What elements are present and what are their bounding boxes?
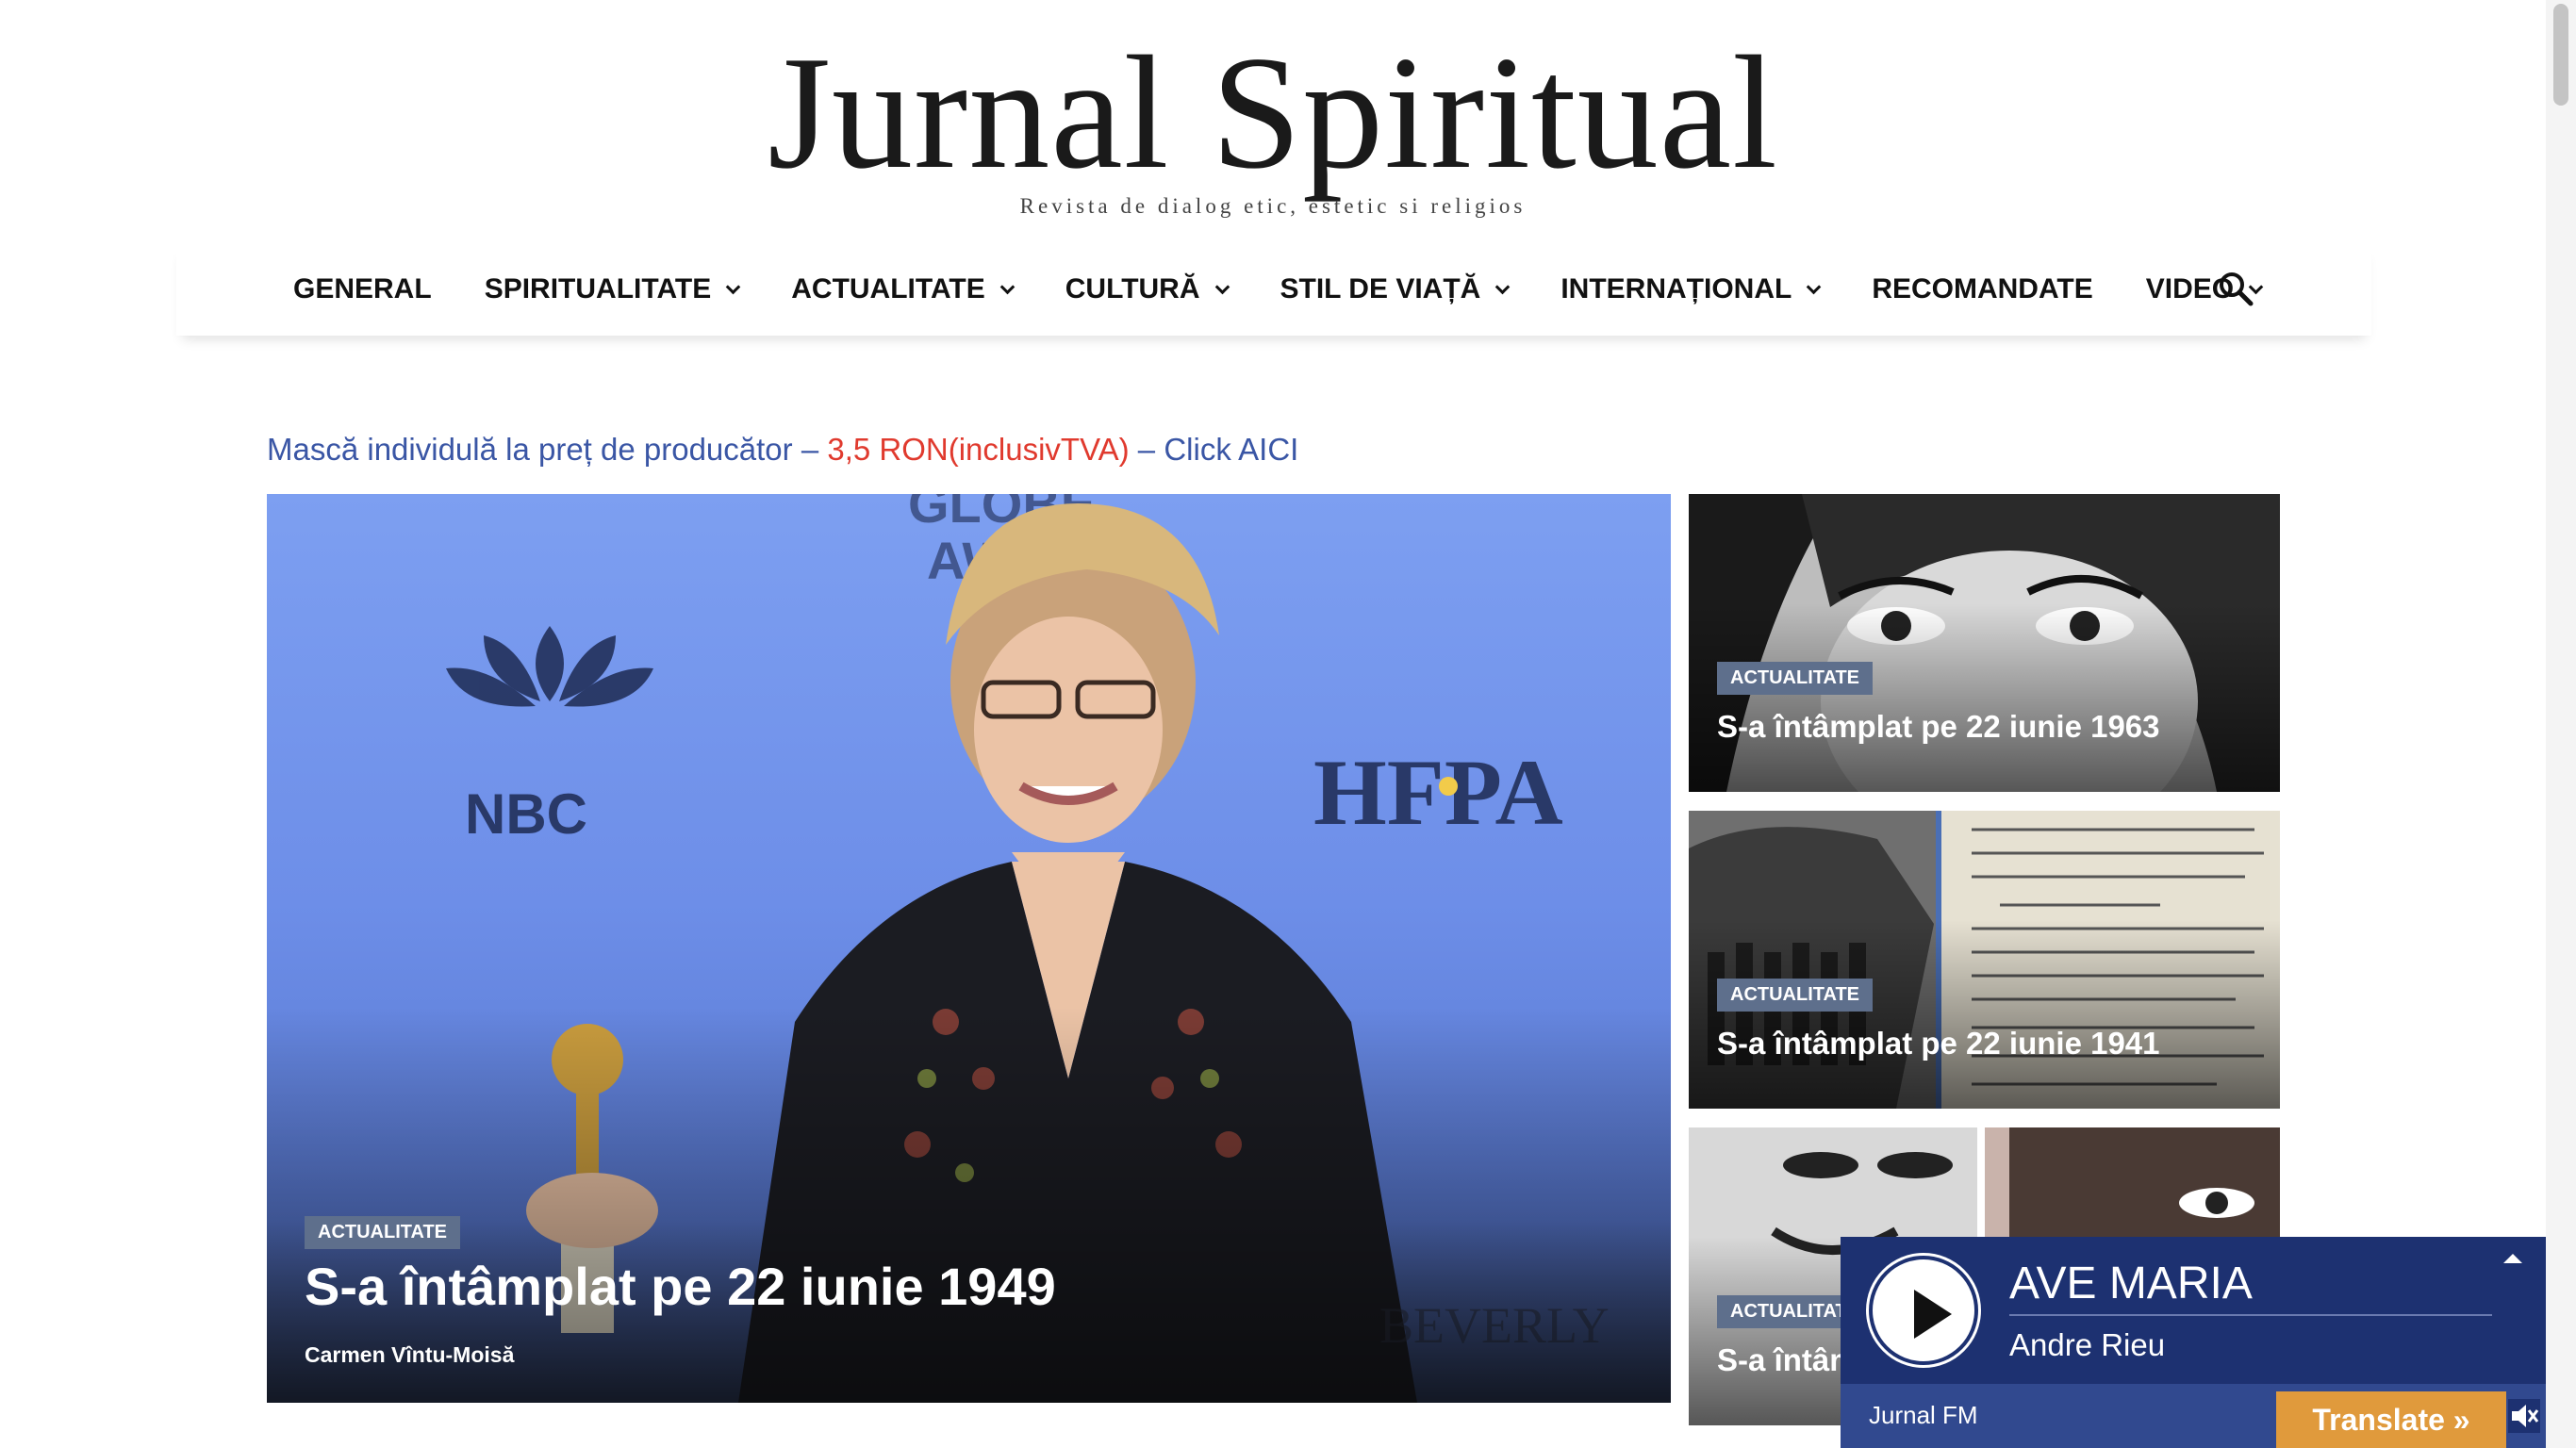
category-badge[interactable]: ACTUALITATE [305,1216,461,1249]
page-scrollbar[interactable] [2546,0,2576,1448]
side-post[interactable]: ACTUALITATE S-a întâmplat pe 22 iunie 19… [1689,811,2280,1109]
svg-text:NBC: NBC [465,782,587,846]
post-title[interactable]: S-a întâmplat pe 22 iunie 1963 [1717,709,2160,745]
svg-text:HFPA: HFPA [1313,740,1563,845]
chevron-down-icon [1214,279,1230,294]
nav-item-spiritualitate[interactable]: SPIRITUALITATE [484,273,741,305]
translate-button[interactable]: Translate » [2276,1391,2506,1448]
promo-text: Mască individulă la preț de producător – [267,432,828,467]
promo-link[interactable]: Mască individulă la preț de producător –… [267,432,1298,468]
nav-item-cultura[interactable]: CULTURĂ [1065,273,1230,305]
category-badge[interactable]: ACTUALITATE [1717,979,1874,1012]
site-logo[interactable]: Jurnal Spiritual Revista de dialog etic,… [0,28,2546,219]
post-title[interactable]: S-a întâmplat pe 22 iunie 1949 [305,1256,1056,1317]
nav-item-stil-de-viata[interactable]: STIL DE VIAȚĂ [1280,273,1511,305]
nav-item-general[interactable]: GENERAL [293,273,432,305]
chevron-down-icon [999,279,1016,294]
volume-mute-icon[interactable] [2508,1399,2540,1433]
song-title: AVE MARIA [2009,1259,2253,1308]
nav-item-recomandate[interactable]: RECOMANDATE [1872,273,2092,305]
post-author[interactable]: Carmen Vîntu-Moisă [305,1342,514,1368]
search-icon[interactable] [2217,270,2254,307]
nav-item-label: ACTUALITATE [791,273,985,304]
nav-item-label: CULTURĂ [1065,273,1200,304]
promo-cta: – Click AICI [1129,432,1299,467]
site-title[interactable]: Jurnal Spiritual [0,28,2546,198]
nav-item-international[interactable]: INTERNAȚIONAL [1560,273,1822,305]
song-artist: Andre Rieu [2009,1327,2166,1362]
nav-item-label: RECOMANDATE [1872,273,2093,304]
site-tagline: Revista de dialog etic, estetic si relig… [1019,194,1527,218]
nav-item-label: INTERNAȚIONAL [1560,273,1792,304]
chevron-down-icon [1495,279,1511,294]
play-icon[interactable] [1869,1256,1978,1365]
station-name: Jurnal FM [1869,1401,1978,1429]
featured-post[interactable]: NBC HFPA GLOBE AWARDS BEVERLY ACTUALITAT… [267,494,1671,1403]
nav-item-actualitate[interactable]: ACTUALITATE [791,273,1016,305]
divider [2009,1314,2492,1316]
post-title[interactable]: S-a întâmplat pe 22 iunie 1941 [1717,1026,2160,1061]
promo-price: 3,5 RON(inclusivTVA) [827,432,1130,467]
chevron-down-icon [725,279,741,294]
post-title[interactable]: S-a întâm [1717,1342,1858,1378]
category-badge[interactable]: ACTUALITATE [1717,662,1874,695]
nav-item-label: SPIRITUALITATE [484,273,712,304]
nav-item-label: GENERAL [293,273,432,304]
side-post[interactable]: ACTUALITATE S-a întâmplat pe 22 iunie 19… [1689,494,2280,792]
scrollbar-thumb[interactable] [2553,4,2568,106]
image-overlay [1689,603,2280,792]
nav-item-label: STIL DE VIAȚĂ [1280,273,1481,304]
main-navigation: GENERAL SPIRITUALITATE ACTUALITATE CULTU… [176,243,2371,336]
chevron-up-icon[interactable] [2503,1254,2522,1263]
chevron-down-icon [1807,279,1822,294]
image-overlay [1689,920,2280,1109]
